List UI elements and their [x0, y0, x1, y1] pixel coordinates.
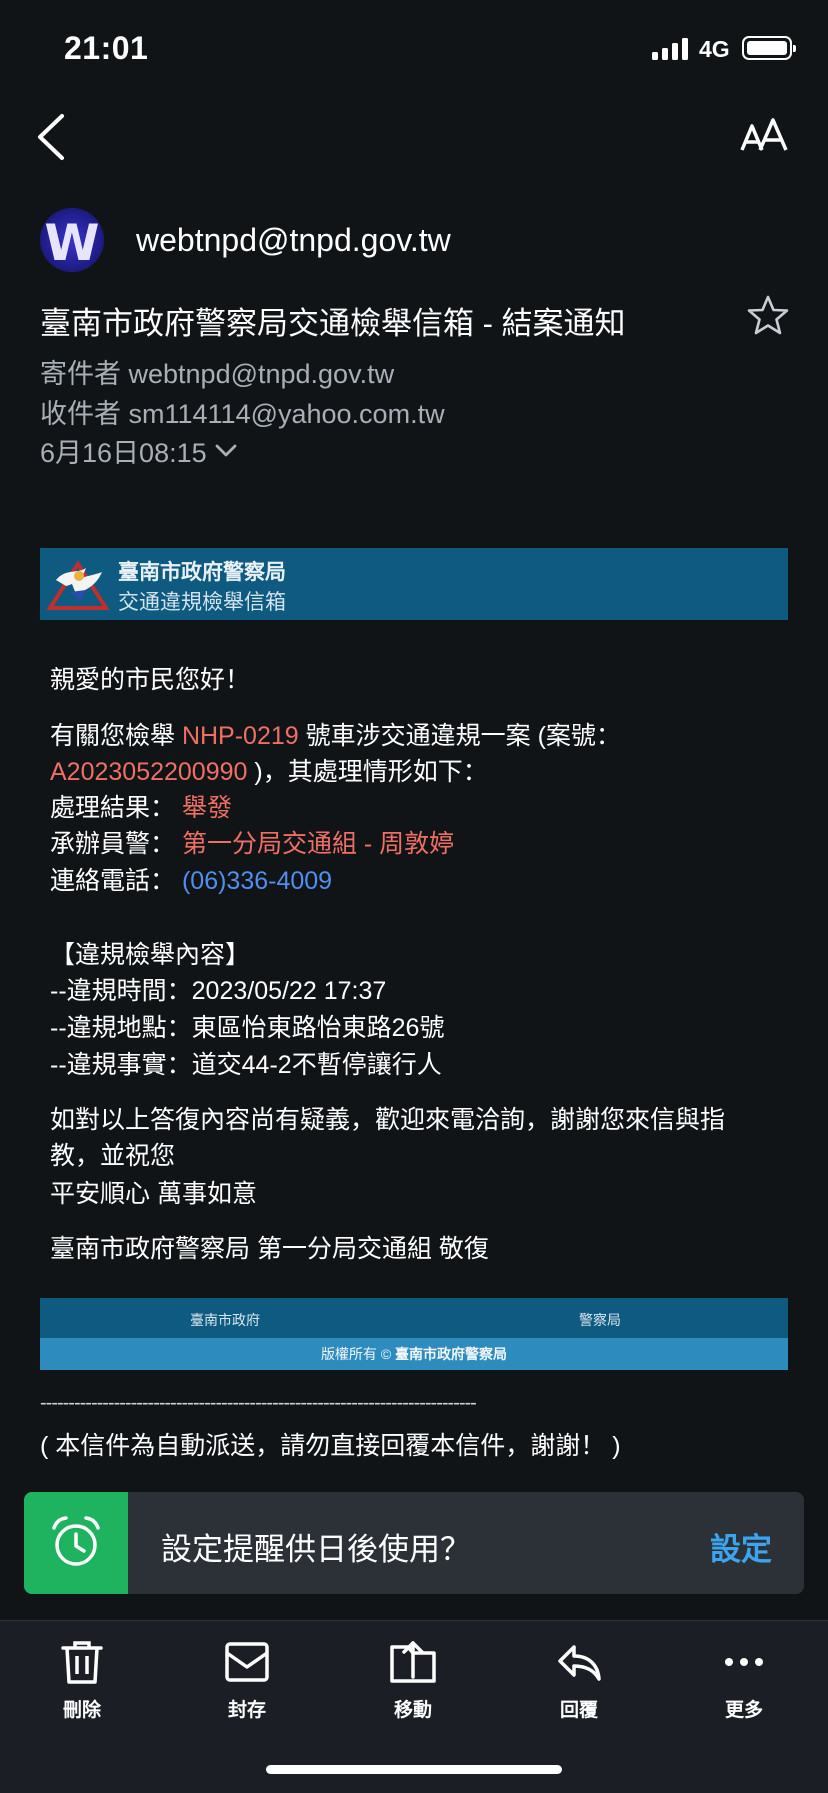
move-folder-icon — [390, 1641, 436, 1683]
back-chevron-icon[interactable] — [32, 112, 72, 162]
email-date: 6月16日08:15 — [40, 438, 207, 468]
officer-label: 承辦員警： — [50, 830, 176, 858]
avatar-letter: W — [44, 214, 100, 272]
case-text-suffix: )，其處理情形如下： — [247, 758, 488, 786]
email-footer-links: 臺南市政府 警察局 — [40, 1298, 788, 1338]
delete-button[interactable]: 刪除 — [22, 1639, 142, 1722]
more-dots-icon — [725, 1658, 763, 1666]
greeting: 親愛的市民您好！ — [50, 666, 251, 694]
case-paragraph-line1: 有關您檢舉 NHP-0219 號車涉交通違規一案 (案號： — [50, 716, 621, 752]
case-text-mid: 號車涉交通違規一案 (案號： — [298, 722, 621, 750]
case-text-prefix: 有關您檢舉 — [50, 722, 182, 750]
officer-value: 第一分局交通組 - 周敦婷 — [181, 830, 455, 858]
banner-subtitle: 交通違規檢舉信箱 — [118, 591, 286, 614]
closing-line2: 教，並祝您 — [50, 1142, 176, 1170]
reply-label: 回覆 — [559, 1700, 598, 1721]
trash-icon — [61, 1641, 103, 1684]
case-paragraph-line2: A2023052200990 )，其處理情形如下： — [50, 752, 488, 788]
sender-name: webtnpd@tnpd.gov.tw — [136, 222, 451, 258]
archive-label: 封存 — [227, 1700, 266, 1721]
violation-section-title: 【違規檢舉內容】 — [50, 941, 251, 969]
closing-line1: 如對以上答復內容尚有疑義，歡迎來電洽詢，謝謝您來信與指 — [50, 1106, 726, 1134]
footer-link-city[interactable]: 臺南市政府 — [190, 1310, 260, 1330]
to-line: 收件者 sm114114@yahoo.com.tw — [40, 399, 445, 429]
email-subject: 臺南市政府警察局交通檢舉信箱 - 結案通知 — [40, 306, 626, 341]
footer-link-police[interactable]: 警察局 — [579, 1310, 621, 1330]
reply-button[interactable]: 回覆 — [519, 1639, 639, 1722]
closing-line3: 平安順心 萬事如意 — [50, 1180, 257, 1208]
case-number: A2023052200990 — [50, 758, 248, 786]
reminder-set-button[interactable]: 設定 — [710, 1524, 772, 1569]
violation-place: --違規地點：東區怡東路怡東路26號 — [50, 1014, 445, 1042]
result-label: 處理結果： — [50, 794, 176, 822]
delete-label: 刪除 — [62, 1700, 101, 1721]
officer-row: 承辦員警： 第一分局交通組 - 周敦婷 — [50, 824, 454, 860]
reminder-banner[interactable]: 設定提醒供日後使用？ 設定 — [24, 1492, 804, 1594]
alarm-clock-icon — [52, 1516, 100, 1566]
text-size-icon[interactable] — [740, 118, 788, 154]
copyright-prefix: 版權所有 © — [320, 1346, 396, 1362]
reply-arrow-icon — [558, 1645, 601, 1681]
move-label: 移動 — [393, 1700, 432, 1721]
copyright-bar: 版權所有 © 臺南市政府警察局 — [40, 1338, 788, 1370]
plate-number: NHP-0219 — [181, 722, 299, 750]
archive-icon — [225, 1642, 269, 1682]
more-button[interactable]: 更多 — [684, 1639, 804, 1722]
star-icon[interactable] — [746, 294, 790, 336]
cellular-signal-icon — [652, 38, 688, 60]
status-time: 21:01 — [64, 30, 149, 66]
move-button[interactable]: 移動 — [353, 1639, 473, 1722]
reminder-text: 設定提醒供日後使用？ — [161, 1532, 471, 1567]
banner-title: 臺南市政府警察局 — [118, 561, 286, 584]
email-banner: 臺南市政府警察局 交通違規檢舉信箱 — [40, 548, 788, 620]
divider-dashes: ----------------------------------------… — [40, 1392, 477, 1414]
auto-send-note: ( 本信件為自動派送，請勿直接回覆本信件，謝謝！ ) — [40, 1432, 621, 1460]
violation-time: --違規時間：2023/05/22 17:37 — [50, 977, 387, 1005]
phone-label: 連絡電話： — [50, 867, 176, 895]
phone-link[interactable]: (06)336-4009 — [182, 867, 332, 895]
police-emblem-logo — [46, 560, 110, 610]
archive-button[interactable]: 封存 — [187, 1639, 307, 1722]
more-label: 更多 — [724, 1700, 763, 1721]
sender-avatar: W — [40, 208, 104, 272]
date-toggle[interactable]: 6月16日08:15 — [40, 431, 237, 470]
phone-row: 連絡電話： (06)336-4009 — [50, 861, 332, 897]
result-value: 舉發 — [181, 794, 232, 822]
home-indicator[interactable] — [266, 1765, 562, 1774]
network-type: 4G — [699, 36, 730, 62]
violation-fact: --違規事實：道交44-2不暫停讓行人 — [50, 1051, 442, 1079]
reminder-icon-box — [24, 1492, 128, 1594]
copyright-org: 臺南市政府警察局 — [395, 1346, 508, 1362]
from-line: 寄件者 webtnpd@tnpd.gov.tw — [40, 359, 395, 389]
chevron-down-icon — [215, 444, 237, 456]
result-row: 處理結果： 舉發 — [50, 788, 232, 824]
battery-icon — [742, 36, 796, 60]
signature: 臺南市政府警察局 第一分局交通組 敬復 — [50, 1235, 489, 1263]
